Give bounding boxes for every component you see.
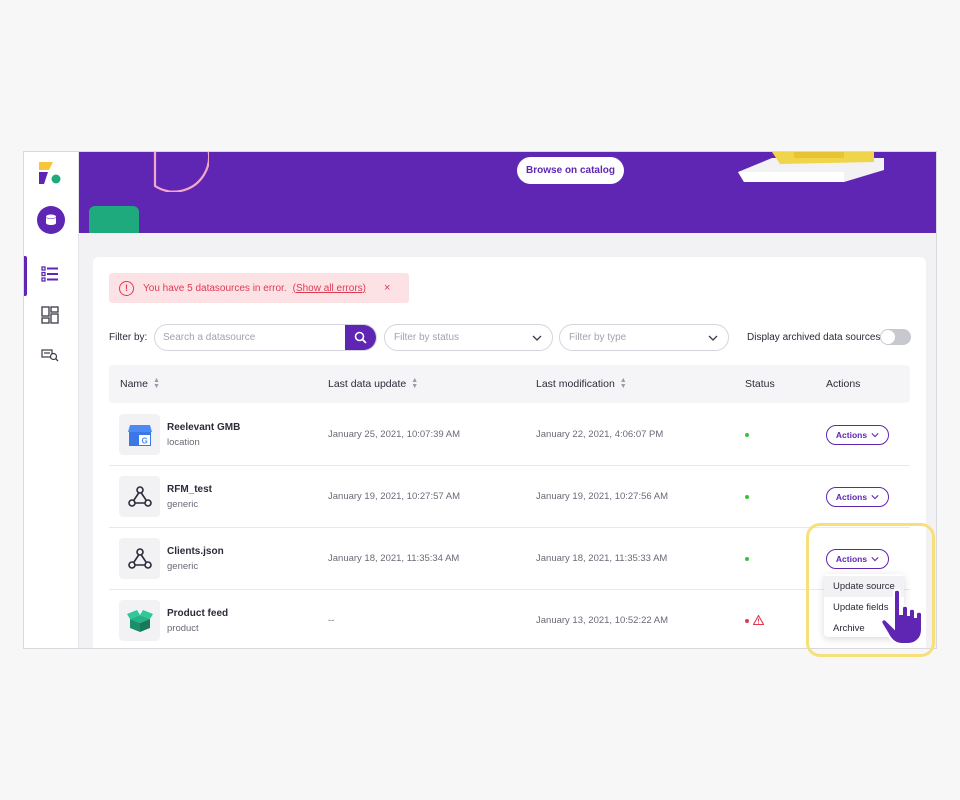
table-row[interactable]: G Reelevant GMB location January 25, 202… [109,404,910,466]
row-icon [119,538,160,579]
type-filter-select[interactable]: Filter by type [559,324,729,351]
row-icon: G [119,414,160,455]
status-error-dot [745,619,749,623]
nav-active-indicator [24,256,27,296]
google-my-business-icon: G [127,424,152,446]
actions-label: Actions [835,492,868,502]
row-name: Clients.json [167,546,224,557]
banner-tab[interactable] [89,206,139,233]
table-header: Name ▲ ▼ Last data update ▲ ▼ Last modific… [109,365,910,403]
archived-toggle[interactable] [880,329,911,345]
row-icon [119,476,160,517]
nav-datasources[interactable] [40,264,60,284]
archived-toggle-label: Display archived data sources [747,332,881,343]
actions-label: Actions [835,430,868,440]
status-ok-dot [745,495,749,499]
table-row[interactable]: RFM_test generic January 19, 2021, 10:27… [109,466,910,528]
row-last-modification: January 19, 2021, 10:27:56 AM [536,491,669,502]
chevron-down-icon [871,433,879,438]
row-last-update: January 25, 2021, 10:07:39 AM [328,429,461,440]
dashboard-icon [41,306,59,324]
row-last-modification: January 13, 2021, 10:52:22 AM [536,615,669,626]
catalog-search-icon [41,349,59,362]
datasources-card: ! You have 5 datasources in error. (Show… [93,257,926,648]
graph-nodes-icon [127,547,152,569]
row-type: product [167,623,199,634]
database-icon [46,214,56,225]
close-icon[interactable]: × [384,282,390,294]
row-name: Product feed [167,608,229,619]
error-banner: ! You have 5 datasources in error. (Show… [109,273,409,303]
row-type: location [167,437,200,448]
app-window: Browse on catalog ! You have 5 datasourc… [23,151,937,649]
sidebar [24,152,79,648]
row-type: generic [167,561,199,572]
search-input[interactable] [155,325,345,350]
nav-dashboard[interactable] [40,305,60,325]
search-icon [354,331,367,344]
status-ok-dot [745,557,749,561]
show-all-errors-link[interactable]: (Show all errors) [293,283,366,294]
column-header-status: Status [745,378,775,390]
row-last-update: January 18, 2021, 11:35:34 AM [328,553,460,564]
browse-catalog-button[interactable]: Browse on catalog [517,157,624,184]
status-filter-select[interactable]: Filter by status [384,324,553,351]
chevron-down-icon [532,335,542,341]
search-button[interactable] [345,325,376,350]
type-filter-placeholder: Filter by type [569,332,627,343]
row-last-update: -- [328,615,335,626]
sort-icon: ▲ ▼ [619,377,627,390]
pointer-hand-icon [880,588,923,645]
actions-button[interactable]: Actions [826,487,889,507]
filter-bar: Filter by: Filter by status Filter by ty… [109,324,914,352]
column-header-label: Last data update [328,378,407,390]
graph-nodes-icon [127,485,152,507]
decorative-arc-shape [153,152,209,192]
column-header-label: Name [120,378,149,390]
row-icon [119,600,160,641]
brand-logo-icon[interactable] [37,160,63,186]
table-row[interactable]: Product feed product -- January 13, 2021… [109,590,910,648]
search-field [154,324,377,351]
banner: Browse on catalog [79,152,936,233]
row-last-modification: January 22, 2021, 4:06:07 PM [536,429,664,440]
warning-triangle-icon [753,615,764,625]
row-name: RFM_test [167,484,213,495]
sort-icon: ▲ ▼ [153,377,160,390]
chevron-down-icon [871,495,879,500]
actions-button[interactable]: Actions [826,425,889,445]
database-button[interactable] [37,206,65,234]
banner-illustration [738,152,884,182]
column-header-last-update[interactable]: Last data update ▲ ▼ [328,377,419,390]
toggle-knob [881,330,895,344]
column-header-actions: Actions [826,378,861,390]
error-message: You have 5 datasources in error. [143,282,287,294]
row-name: Reelevant GMB [167,422,241,433]
status-filter-placeholder: Filter by status [394,332,460,343]
list-icon [41,266,58,282]
product-box-icon [126,609,153,632]
sort-icon: ▲ ▼ [411,377,419,390]
status-ok-dot [745,433,749,437]
row-last-update: January 19, 2021, 10:27:57 AM [328,491,461,502]
svg-text:G: G [141,436,147,445]
filter-label: Filter by: [109,332,148,343]
column-header-label: Last modification [536,378,615,390]
column-header-last-modification[interactable]: Last modification ▲ ▼ [536,377,627,390]
chevron-down-icon [708,335,718,341]
nav-catalog[interactable] [40,345,60,365]
row-last-modification: January 18, 2021, 11:35:33 AM [536,553,668,564]
table-row[interactable]: Clients.json generic January 18, 2021, 1… [109,528,910,590]
alert-circle-icon: ! [119,280,134,296]
column-header-name[interactable]: Name ▲ ▼ [120,377,160,390]
row-type: generic [167,499,199,510]
